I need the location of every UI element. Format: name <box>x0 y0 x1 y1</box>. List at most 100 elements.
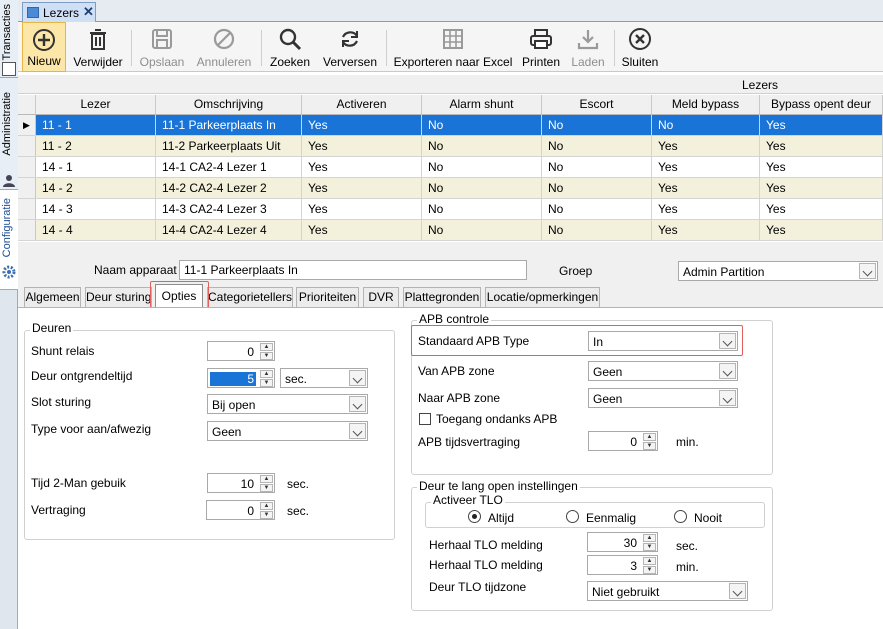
to-apb-zone-select[interactable]: Geen <box>588 388 738 408</box>
load-button[interactable]: Laden <box>566 22 610 72</box>
tab-plattegronden[interactable]: Plattegronden <box>403 287 481 307</box>
delay-value: 0 <box>247 504 254 518</box>
close-button[interactable]: Sluiten <box>618 22 662 72</box>
access-despite-apb-checkbox[interactable] <box>419 413 431 425</box>
from-apb-zone-select[interactable]: Geen <box>588 361 738 381</box>
tab-dvr[interactable]: DVR <box>363 287 399 307</box>
stepper-down-icon[interactable]: ▼ <box>643 543 656 551</box>
unlock-time-stepper[interactable]: 5 ▲ ▼ <box>207 368 275 388</box>
side-tab-transacties[interactable]: Transacties <box>0 0 18 78</box>
stepper-down-icon[interactable]: ▼ <box>260 484 273 492</box>
table-cell: No <box>422 199 542 219</box>
tab-locatie-opmerkingen[interactable]: Locatie/opmerkingen <box>485 287 600 307</box>
delay-stepper[interactable]: 0 ▲ ▼ <box>206 500 275 520</box>
table-row[interactable]: ▶ 11 - 1 11-1 Parkeerplaats In Yes No No… <box>18 115 883 136</box>
refresh-button[interactable]: Verversen <box>318 22 382 72</box>
side-tab-administratie[interactable]: Administratie <box>0 78 18 190</box>
radio-altijd[interactable] <box>468 510 481 523</box>
shunt-relay-stepper[interactable]: 0 ▲ ▼ <box>207 341 275 361</box>
column-header[interactable]: Lezer <box>36 95 156 115</box>
unlock-time-unit-value: sec. <box>285 372 308 386</box>
delay-label: Vertraging <box>31 503 86 517</box>
table-cell: No <box>422 157 542 177</box>
lock-control-value: Bij open <box>212 398 256 412</box>
table-cell: Yes <box>652 199 760 219</box>
printer-icon <box>530 29 552 49</box>
two-man-time-stepper[interactable]: 10 ▲ ▼ <box>207 473 275 493</box>
magnifier-icon <box>279 28 302 51</box>
chevron-down-icon <box>349 423 366 439</box>
new-button[interactable]: Nieuw <box>22 22 66 72</box>
group-select[interactable]: Admin Partition <box>678 261 878 281</box>
tlo-timezone-select[interactable]: Niet gebruikt <box>587 581 748 601</box>
current-row-arrow-icon: ▶ <box>18 115 36 135</box>
table-cell: Yes <box>652 157 760 177</box>
stepper-down-icon[interactable]: ▼ <box>643 442 656 450</box>
column-header[interactable]: Bypass opent deur <box>760 95 883 115</box>
export-excel-button[interactable]: Exporteren naar Excel <box>392 22 514 72</box>
repeat-tlo-seconds-stepper[interactable]: 30 ▲ ▼ <box>587 532 658 552</box>
column-header[interactable]: Meld bypass <box>652 95 760 115</box>
tab-prioriteiten[interactable]: Prioriteiten <box>296 287 359 307</box>
presence-type-select[interactable]: Geen <box>207 421 368 441</box>
search-button[interactable]: Zoeken <box>266 22 314 72</box>
stepper-up-icon[interactable]: ▲ <box>643 557 656 565</box>
radio-nooit[interactable] <box>674 510 687 523</box>
repeat-tlo-minutes-label: Herhaal TLO melding <box>429 558 543 572</box>
apb-control-group-title: APB controle <box>417 312 492 326</box>
tab-algemeen[interactable]: Algemeen <box>24 287 81 307</box>
table-row[interactable]: 11 - 2 11-2 Parkeerplaats Uit Yes No No … <box>18 136 883 157</box>
spreadsheet-icon <box>443 29 463 49</box>
cancel-button[interactable]: Annuleren <box>192 22 256 72</box>
apb-delay-unit: min. <box>676 435 699 449</box>
stepper-up-icon[interactable]: ▲ <box>260 475 273 483</box>
column-header[interactable]: Escort <box>542 95 652 115</box>
column-header[interactable]: Omschrijving <box>156 95 302 115</box>
unlock-time-label: Deur ontgrendeltijd <box>31 369 133 383</box>
stepper-up-icon[interactable]: ▲ <box>260 502 273 510</box>
stepper-down-icon[interactable]: ▼ <box>260 379 273 387</box>
device-name-label: Naam apparaat <box>94 263 177 277</box>
table-cell: 14-4 CA2-4 Lezer 4 <box>156 220 302 240</box>
shunt-relay-value: 0 <box>247 345 254 359</box>
tab-categorietellers[interactable]: Categorietellers <box>207 287 293 307</box>
document-tab-lezers[interactable]: Lezers ✕ <box>22 2 96 22</box>
side-tab-configuratie[interactable]: Configuratie <box>0 190 18 290</box>
radio-eenmalig[interactable] <box>566 510 579 523</box>
stepper-up-icon[interactable]: ▲ <box>643 433 656 441</box>
lock-control-select[interactable]: Bij open <box>207 394 368 414</box>
repeat-tlo-minutes-stepper[interactable]: 3 ▲ ▼ <box>587 555 658 575</box>
device-name-input[interactable] <box>179 260 527 280</box>
stepper-up-icon[interactable]: ▲ <box>260 343 273 351</box>
table-cell: 11-2 Parkeerplaats Uit <box>156 136 302 156</box>
highlight-box <box>411 325 743 356</box>
table-cell: 14 - 1 <box>36 157 156 177</box>
save-button[interactable]: Opslaan <box>136 22 188 72</box>
to-apb-zone-label: Naar APB zone <box>418 391 501 405</box>
table-cell: Yes <box>760 115 883 135</box>
table-row[interactable]: 14 - 4 14-4 CA2-4 Lezer 4 Yes No No Yes … <box>18 220 883 241</box>
table-row[interactable]: 14 - 1 14-1 CA2-4 Lezer 1 Yes No No Yes … <box>18 157 883 178</box>
close-tab-icon[interactable]: ✕ <box>83 4 94 20</box>
stepper-down-icon[interactable]: ▼ <box>260 511 273 519</box>
table-row[interactable]: 14 - 3 14-3 CA2-4 Lezer 3 Yes No No Yes … <box>18 199 883 220</box>
table-cell: Yes <box>760 136 883 156</box>
table-cell: 14 - 4 <box>36 220 156 240</box>
table-cell: 11 - 2 <box>36 136 156 156</box>
new-button-label: Nieuw <box>27 54 61 68</box>
column-header[interactable]: Activeren <box>302 95 422 115</box>
stepper-up-icon[interactable]: ▲ <box>260 370 273 378</box>
apb-delay-stepper[interactable]: 0 ▲ ▼ <box>588 431 658 451</box>
table-cell: 11-1 Parkeerplaats In <box>156 115 302 135</box>
stepper-down-icon[interactable]: ▼ <box>260 352 273 360</box>
print-button[interactable]: Printen <box>518 22 564 72</box>
delete-button[interactable]: Verwijder <box>70 22 126 72</box>
tab-deur-sturing[interactable]: Deur sturing <box>85 287 152 307</box>
table-cell: Yes <box>652 136 760 156</box>
stepper-up-icon[interactable]: ▲ <box>643 534 656 542</box>
refresh-button-label: Verversen <box>322 55 378 69</box>
column-header[interactable]: Alarm shunt <box>422 95 542 115</box>
table-row[interactable]: 14 - 2 14-2 CA2-4 Lezer 2 Yes No No Yes … <box>18 178 883 199</box>
unlock-time-unit-select[interactable]: sec. <box>280 368 368 388</box>
stepper-down-icon[interactable]: ▼ <box>643 566 656 574</box>
